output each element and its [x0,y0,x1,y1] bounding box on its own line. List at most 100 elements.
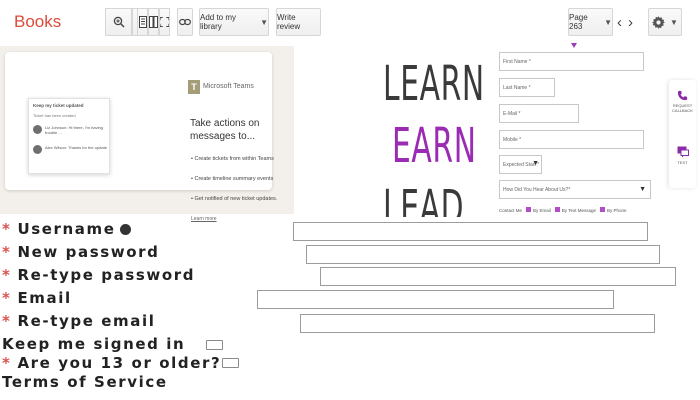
request-callback-button[interactable]: REQUEST CALLBACK [669,90,696,113]
mini-window-subtitle: Ticket has been created [33,113,76,118]
teams-bullet: • Create tickets from within Teams [191,156,274,162]
write-review-button[interactable]: Write review [276,8,321,36]
two-page-view-button[interactable] [148,8,159,36]
info-icon[interactable] [119,224,131,235]
mini-message-row: Alex Wilson: Thanks for the update [33,145,107,154]
text-us-button[interactable]: TEXT [669,146,696,165]
slogan-lead: LEAD [383,184,465,217]
view-mode-group [137,8,170,36]
teams-logo-icon: T [188,80,200,94]
email-label: * Email [2,289,72,307]
link-button[interactable] [177,8,193,36]
page-select[interactable]: Page 263 ▼ [568,8,613,36]
teams-bullet: • Get notified of new ticket updates. [191,196,278,202]
books-brand[interactable]: Books [14,12,61,32]
teams-mini-window: Keep my ticket updated Ticket has been c… [28,98,110,174]
zoom-in-button[interactable] [105,8,132,36]
mobile-field[interactable]: Mobile * [499,130,644,149]
previous-page-button[interactable]: ‹ [614,8,625,36]
mini-message-text: Alex Wilson: Thanks for the update [45,145,107,150]
fullscreen-button[interactable] [159,8,170,36]
email-label-text: Email [17,289,72,307]
zoom-in-icon [113,16,125,28]
add-to-library-label: Add to my library [200,13,237,31]
hear-about-select[interactable]: How Did You Hear About Us?* ▼ [499,180,651,199]
lead-form: First Name * Last Name * E-Mail * Mobile… [496,44,651,218]
chevron-down-icon: ▼ [639,186,646,193]
new-password-label-text: New password [17,243,160,261]
settings-button[interactable]: ▼ [648,8,682,36]
chevron-right-icon: › [628,13,633,31]
keep-signed-in-label: Keep me signed in [2,335,186,353]
text-label: TEXT [677,160,688,165]
contact-option-text[interactable]: By Text Message [554,207,596,213]
fullscreen-icon [160,17,169,27]
age-question-text: Are you 13 or older? [17,354,222,372]
mini-message-text: Liz Johnson: Hi there, I'm having troubl… [45,125,103,135]
required-marker: * [2,243,12,261]
username-label-text: Username [17,220,116,238]
required-marker: * [2,354,12,372]
slogan-learn: LEARN [383,56,485,112]
two-page-icon [149,16,158,28]
new-password-input[interactable] [306,245,660,264]
mini-message-row: Liz Johnson: Hi there, I'm having troubl… [33,125,107,135]
retype-email-label: * Re-type email [2,312,156,330]
contact-option-phone[interactable]: By Phone [599,207,627,213]
retype-email-label-text: Re-type email [17,312,156,330]
required-marker: * [2,289,12,307]
teams-promo-card: Keep my ticket updated Ticket has been c… [5,52,277,222]
teams-bullet-text: Create tickets from within Teams [194,156,274,162]
slogan-earn: EARN [392,118,477,174]
email-field[interactable]: E-Mail * [499,104,579,123]
email-input[interactable] [257,290,614,309]
last-name-placeholder: Last Name * [503,84,531,91]
retype-password-input[interactable] [320,267,676,286]
chevron-down-icon: ▼ [604,17,612,27]
chevron-down-icon: ▼ [670,17,678,27]
hear-about-placeholder: How Did You Hear About Us?* [503,186,571,193]
page-nav-group: ‹ › [614,8,636,36]
retype-password-label: * Re-type password [2,266,195,284]
single-page-view-button[interactable] [137,8,148,36]
mobile-placeholder: Mobile * [503,136,522,143]
first-name-field[interactable]: First Name * [499,52,644,71]
mini-window-title: Keep my ticket updated [33,103,84,108]
avatar [33,125,42,134]
contact-option-label: By Email [533,208,551,213]
username-input[interactable] [293,222,648,241]
checkbox-icon [599,207,605,212]
contact-option-label: By Phone [606,208,627,213]
page-label: Page 263 [569,13,588,31]
checkbox-icon [554,207,560,212]
contact-option-email[interactable]: By Email [526,207,551,213]
teams-app-name: Microsoft Teams [203,83,254,90]
expected-start-select[interactable]: Expected Start * ▼ [499,155,542,174]
teams-promo-image: Keep my ticket updated Ticket has been c… [0,46,294,222]
contact-label: Contact Me [499,207,523,213]
retype-password-label-text: Re-type password [17,266,196,284]
terms-of-service-link[interactable]: Terms of Service [2,373,168,391]
username-label: * Username [2,220,131,238]
required-marker: * [2,266,12,284]
learn-more-link[interactable]: Learn more [191,216,217,222]
first-name-placeholder: First Name * [503,58,531,65]
age-question-label: * Are you 13 or older? [2,354,221,372]
books-toolbar: Books Add to my library ▼ Write review P… [0,0,700,46]
chevron-down-icon: ▼ [532,160,539,167]
last-name-field[interactable]: Last Name * [499,78,555,97]
keep-signed-in-checkbox[interactable] [206,340,223,350]
side-action-panel: REQUEST CALLBACK TEXT [669,80,696,188]
phone-icon [677,90,688,101]
request-callback-label: REQUEST CALLBACK [672,103,693,113]
checkbox-icon [526,207,532,212]
gear-icon [652,15,666,29]
link-icon [179,18,191,26]
age-checkbox[interactable] [222,358,239,368]
chevron-down-icon: ▼ [260,17,268,27]
chevron-left-icon: ‹ [617,13,622,31]
required-marker: * [2,220,12,238]
next-page-button[interactable]: › [625,8,636,36]
retype-email-input[interactable] [300,314,655,333]
add-to-library-button[interactable]: Add to my library ▼ [199,8,269,36]
